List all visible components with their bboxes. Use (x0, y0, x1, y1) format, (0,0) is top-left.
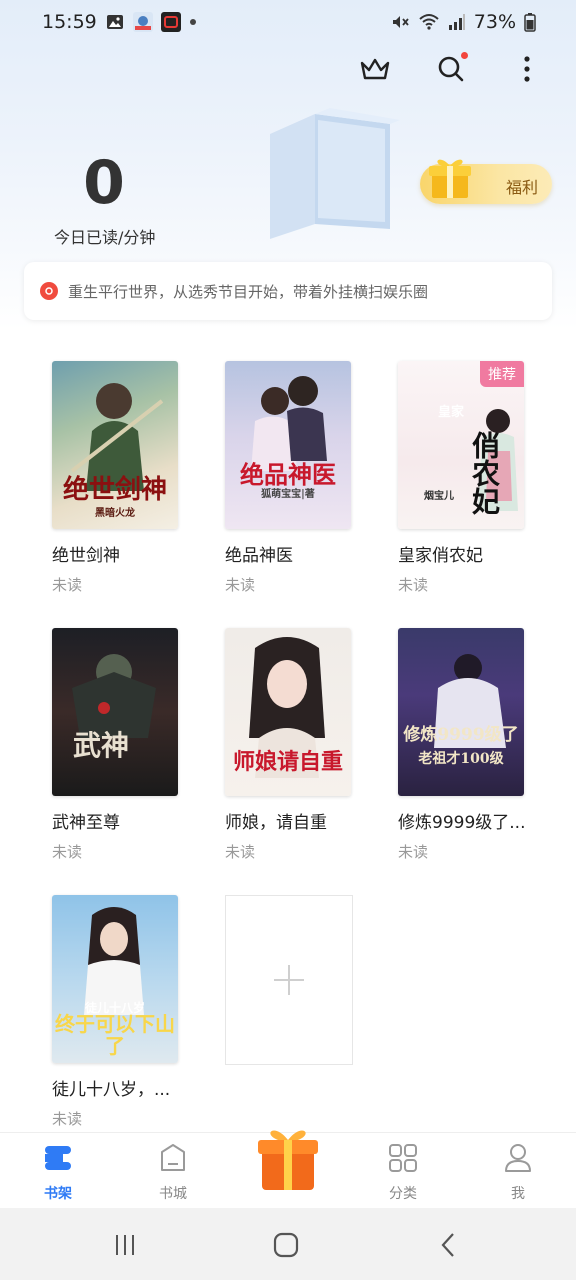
book-item[interactable]: 绝品神医 狐萌宝宝|著 绝品神医 未读 (225, 361, 353, 595)
recent-apps-button[interactable] (105, 1230, 145, 1260)
cover-author: 狐萌宝宝|著 (261, 489, 315, 500)
cover-author: 黑暗火龙 (95, 508, 135, 519)
notice-red-icon (40, 282, 58, 300)
signal-icon (448, 13, 466, 31)
search-icon (438, 56, 464, 82)
welfare-button[interactable]: 福利 (420, 159, 552, 204)
cover-title: 绝世剑神 (62, 475, 167, 505)
book-item[interactable]: 师娘请自重 师娘，请自重 未读 (225, 628, 353, 862)
plus-icon (274, 965, 304, 995)
today-read-minutes: 0 (83, 148, 125, 218)
book-title: 绝品神医 (225, 546, 293, 566)
nav-category-label: 分类 (389, 1186, 417, 1202)
search-button[interactable] (432, 50, 470, 88)
user-icon (478, 1141, 558, 1175)
book-title: 皇家俏农妃 (398, 546, 483, 566)
book-cover: 武神 至尊 (52, 628, 178, 796)
book-item[interactable]: 修炼9999级了 老祖才100级 修炼9999级了... 未读 (398, 628, 526, 862)
home-icon (273, 1232, 299, 1258)
book-read-status: 未读 (52, 843, 83, 861)
recent-apps-icon (116, 1235, 134, 1255)
notice-text: 重生平行世界，从选秀节目开始，带着外挂横扫娱乐圈 (68, 282, 429, 301)
book-read-status: 未读 (225, 576, 256, 594)
status-time: 15:59 (42, 11, 97, 33)
cover-title: 俏农妃 (468, 431, 501, 515)
nav-bookstore[interactable]: 书城 (133, 1141, 213, 1203)
book-cover: 皇家 俏农妃 烟宝儿 推荐 (398, 361, 524, 529)
nav-me[interactable]: 我 (478, 1141, 558, 1203)
cover-title: 终于可以下山了 (55, 1012, 175, 1058)
book-cover: 绝品神医 狐萌宝宝|著 (225, 361, 351, 529)
book-title: 武神至尊 (52, 813, 120, 833)
book-title: 师娘，请自重 (225, 813, 327, 833)
recommend-badge: 推荐 (480, 361, 524, 387)
book-cover: 师娘请自重 (225, 628, 351, 796)
book-read-status: 未读 (398, 843, 429, 861)
nav-me-label: 我 (511, 1186, 525, 1202)
book-illustration-icon (270, 108, 400, 239)
back-button[interactable] (428, 1230, 468, 1260)
notification-dot (461, 52, 468, 59)
book-read-status: 未读 (52, 1110, 83, 1128)
nav-bookstore-label: 书城 (159, 1186, 187, 1202)
more-vert-icon (524, 56, 530, 82)
book-item[interactable]: 皇家 俏农妃 烟宝儿 推荐 皇家俏农妃 未读 (398, 361, 526, 595)
status-bar: 15:59 73% (0, 0, 576, 48)
add-book-button[interactable] (225, 895, 353, 1065)
top-actions (356, 50, 546, 88)
book-cover: 绝世剑神 黑暗火龙 (52, 361, 178, 529)
book-item[interactable]: 武神 至尊 武神至尊 未读 (52, 628, 180, 862)
crown-icon (360, 58, 390, 80)
cover-author: 烟宝儿 (424, 491, 454, 502)
gift-center-button[interactable] (252, 1118, 324, 1194)
welfare-label: 福利 (505, 178, 538, 197)
battery-percent: 73% (473, 11, 516, 33)
book-read-status: 未读 (398, 576, 429, 594)
system-nav-bar (0, 1208, 576, 1280)
mute-icon (390, 12, 410, 32)
cover-subtitle: 皇家 (437, 405, 464, 420)
cover-title: 师娘请自重 (232, 749, 343, 775)
back-icon (441, 1233, 454, 1257)
more-notifications-dot-icon (189, 18, 197, 26)
book-item[interactable]: 徒儿十八岁 终于可以下山了 徒儿十八岁，... 未读 (52, 895, 180, 1129)
nav-bookshelf-label: 书架 (44, 1186, 72, 1202)
app-notification-icon (132, 12, 153, 32)
grid-icon (363, 1141, 443, 1175)
notice-banner[interactable]: 重生平行世界，从选秀节目开始，带着外挂横扫娱乐圈 (24, 262, 552, 320)
vip-crown-button[interactable] (356, 50, 394, 88)
battery-icon (524, 12, 536, 32)
book-read-status: 未读 (52, 576, 83, 594)
nav-category[interactable]: 分类 (363, 1141, 443, 1203)
book-title: 绝世剑神 (52, 546, 120, 566)
nav-bookshelf[interactable]: 书架 (18, 1141, 98, 1203)
book-read-status: 未读 (225, 843, 256, 861)
cover-subtitle: 老祖才100级 (418, 751, 504, 767)
cover-subtitle: 至尊 (90, 722, 178, 762)
bookstore-icon (133, 1141, 213, 1175)
more-options-button[interactable] (508, 50, 546, 88)
today-read-label: 今日已读/分钟 (54, 228, 156, 247)
book-title: 徒儿十八岁，... (52, 1080, 171, 1100)
bookshelf-icon (18, 1141, 98, 1175)
book-cover: 修炼9999级了 老祖才100级 (398, 628, 524, 796)
video-notification-icon (160, 12, 181, 32)
gift-icon (429, 159, 471, 198)
book-item[interactable]: 绝世剑神 黑暗火龙 绝世剑神 未读 (52, 361, 180, 595)
book-cover: 徒儿十八岁 终于可以下山了 (52, 895, 178, 1063)
gallery-notification-icon (105, 12, 125, 32)
home-button[interactable] (266, 1230, 306, 1260)
book-title: 修炼9999级了... (398, 813, 526, 833)
cover-title: 修炼9999级了 (403, 725, 519, 745)
wifi-icon (418, 12, 440, 32)
